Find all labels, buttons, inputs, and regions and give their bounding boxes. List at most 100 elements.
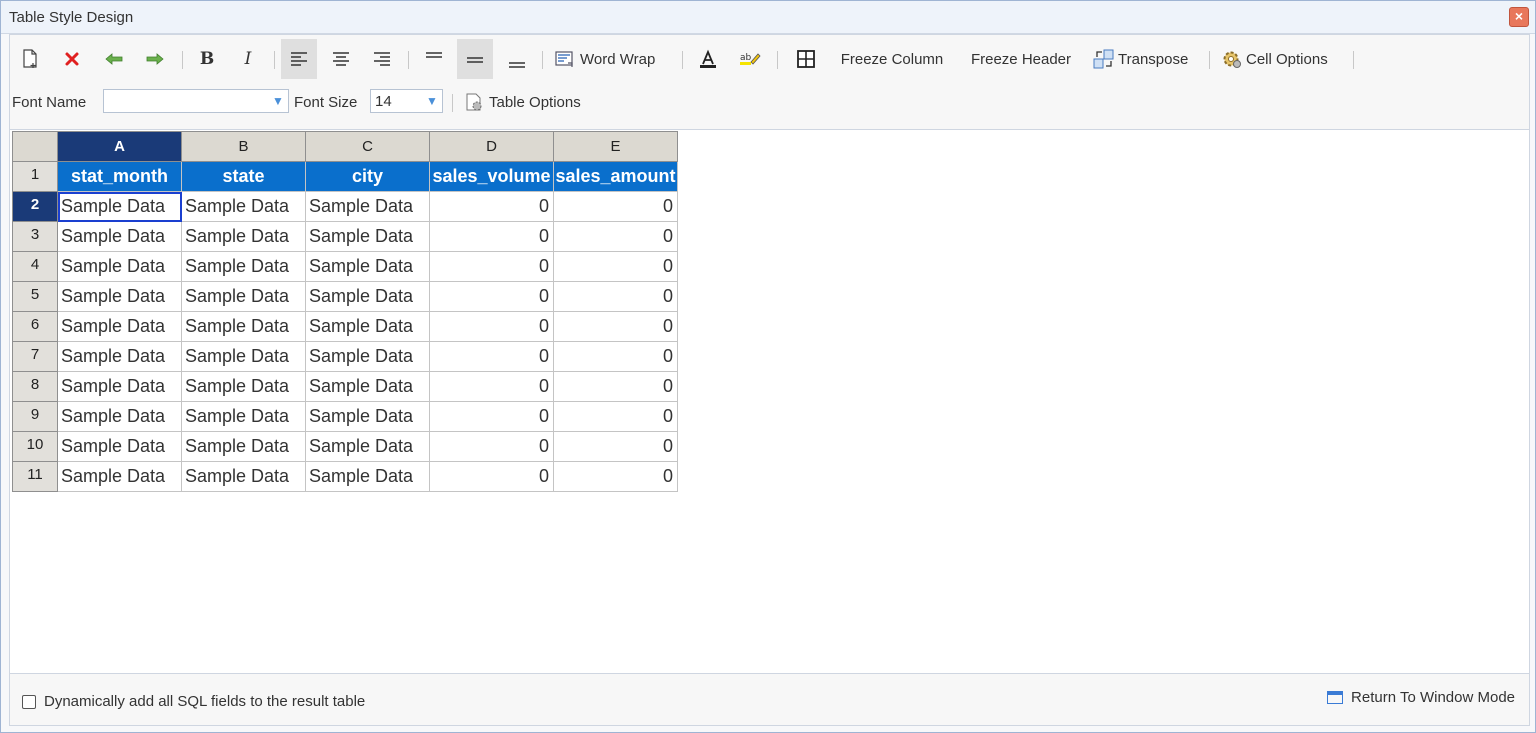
column-header-b[interactable]: B <box>181 131 306 162</box>
valign-bottom-button[interactable] <box>501 39 533 79</box>
data-cell[interactable]: Sample Data <box>305 221 430 252</box>
data-cell[interactable]: Sample Data <box>181 401 306 432</box>
data-cell[interactable]: 0 <box>553 221 678 252</box>
data-cell[interactable]: 0 <box>429 431 554 462</box>
font-color-button[interactable] <box>694 39 722 79</box>
field-header-cell[interactable]: city <box>305 161 430 192</box>
return-to-window-mode-button[interactable]: Return To Window Mode <box>1327 689 1515 706</box>
data-cell[interactable]: 0 <box>429 221 554 252</box>
table-options-button[interactable]: Table Options <box>464 85 598 119</box>
data-cell[interactable]: 0 <box>553 191 678 222</box>
field-header-cell[interactable]: sales_amount <box>553 161 678 192</box>
font-size-select[interactable]: 14 ▼ <box>370 89 443 113</box>
data-cell[interactable]: Sample Data <box>305 371 430 402</box>
data-cell[interactable]: Sample Data <box>181 281 306 312</box>
data-cell[interactable]: Sample Data <box>181 371 306 402</box>
dynamic-sql-fields-checkbox[interactable] <box>22 695 36 709</box>
italic-button[interactable]: I <box>234 39 262 79</box>
data-cell[interactable]: 0 <box>429 341 554 372</box>
data-cell[interactable]: Sample Data <box>57 311 182 342</box>
row-header[interactable]: 8 <box>12 371 58 402</box>
data-cell[interactable]: Sample Data <box>305 281 430 312</box>
align-right-button[interactable] <box>366 39 398 79</box>
row-header[interactable]: 1 <box>12 161 58 192</box>
data-cell[interactable]: Sample Data <box>181 311 306 342</box>
word-wrap-button[interactable]: Word Wrap <box>555 39 671 79</box>
data-cell[interactable]: 0 <box>429 191 554 222</box>
valign-middle-button[interactable] <box>457 39 493 79</box>
freeze-column-button[interactable]: Freeze Column <box>836 39 948 79</box>
column-header-a[interactable]: A <box>57 131 182 162</box>
data-cell[interactable]: 0 <box>553 461 678 492</box>
data-cell[interactable]: 0 <box>553 341 678 372</box>
row-header[interactable]: 7 <box>12 341 58 372</box>
data-cell[interactable]: Sample Data <box>181 191 306 222</box>
font-name-select[interactable]: ▼ <box>103 89 289 113</box>
data-cell[interactable]: Sample Data <box>57 431 182 462</box>
data-cell[interactable]: Sample Data <box>57 461 182 492</box>
cell-options-button[interactable]: Cell Options <box>1221 39 1345 79</box>
data-cell[interactable]: 0 <box>553 371 678 402</box>
data-cell[interactable]: Sample Data <box>57 401 182 432</box>
cell-borders-button[interactable] <box>792 39 820 79</box>
dynamic-sql-fields-label[interactable]: Dynamically add all SQL fields to the re… <box>44 693 365 710</box>
move-right-button[interactable] <box>141 39 169 79</box>
data-cell[interactable]: Sample Data <box>57 341 182 372</box>
data-cell[interactable]: Sample Data <box>305 251 430 282</box>
data-cell[interactable]: Sample Data <box>305 191 430 222</box>
column-header-d[interactable]: D <box>429 131 554 162</box>
data-cell[interactable]: Sample Data <box>181 251 306 282</box>
transpose-button[interactable]: Transpose <box>1093 39 1197 79</box>
field-header-cell[interactable]: sales_volume <box>429 161 554 192</box>
data-cell[interactable]: Sample Data <box>57 191 182 222</box>
data-cell[interactable]: Sample Data <box>305 431 430 462</box>
data-cell[interactable]: 0 <box>429 311 554 342</box>
data-cell[interactable]: Sample Data <box>305 341 430 372</box>
column-header-c[interactable]: C <box>305 131 430 162</box>
freeze-header-button[interactable]: Freeze Header <box>967 39 1075 79</box>
grid-corner[interactable] <box>12 131 58 162</box>
field-header-cell[interactable]: state <box>181 161 306 192</box>
data-cell[interactable]: 0 <box>553 311 678 342</box>
row-header[interactable]: 2 <box>12 191 58 222</box>
data-cell[interactable]: Sample Data <box>305 311 430 342</box>
data-cell[interactable]: Sample Data <box>57 251 182 282</box>
data-cell[interactable]: Sample Data <box>305 401 430 432</box>
data-cell[interactable]: Sample Data <box>57 221 182 252</box>
data-cell[interactable]: 0 <box>429 401 554 432</box>
data-cell[interactable]: Sample Data <box>181 461 306 492</box>
row-header[interactable]: 4 <box>12 251 58 282</box>
data-cell[interactable]: 0 <box>429 461 554 492</box>
data-cell[interactable]: 0 <box>553 431 678 462</box>
delete-button[interactable] <box>58 39 86 79</box>
data-cell[interactable]: Sample Data <box>181 431 306 462</box>
data-cell[interactable]: 0 <box>429 281 554 312</box>
data-cell[interactable]: Sample Data <box>181 341 306 372</box>
column-header-e[interactable]: E <box>553 131 678 162</box>
row-header[interactable]: 3 <box>12 221 58 252</box>
highlight-color-button[interactable]: ab <box>736 39 764 79</box>
field-header-cell[interactable]: stat_month <box>57 161 182 192</box>
data-cell[interactable]: Sample Data <box>305 461 430 492</box>
align-left-button[interactable] <box>281 39 317 79</box>
data-cell[interactable]: Sample Data <box>181 221 306 252</box>
data-cell[interactable]: Sample Data <box>57 371 182 402</box>
align-center-button[interactable] <box>325 39 357 79</box>
data-cell[interactable]: 0 <box>553 401 678 432</box>
move-left-button[interactable] <box>100 39 128 79</box>
chevron-down-icon: ▼ <box>426 94 438 108</box>
bold-button[interactable]: B <box>193 39 221 79</box>
data-cell[interactable]: 0 <box>553 251 678 282</box>
data-cell[interactable]: 0 <box>429 371 554 402</box>
data-cell[interactable]: 0 <box>429 251 554 282</box>
data-cell[interactable]: Sample Data <box>57 281 182 312</box>
row-header[interactable]: 9 <box>12 401 58 432</box>
row-header[interactable]: 10 <box>12 431 58 462</box>
close-button[interactable]: × <box>1509 7 1529 27</box>
data-cell[interactable]: 0 <box>553 281 678 312</box>
row-header[interactable]: 11 <box>12 461 58 492</box>
row-header[interactable]: 5 <box>12 281 58 312</box>
new-cell-button[interactable] <box>16 39 44 79</box>
valign-top-button[interactable] <box>418 39 450 79</box>
row-header[interactable]: 6 <box>12 311 58 342</box>
